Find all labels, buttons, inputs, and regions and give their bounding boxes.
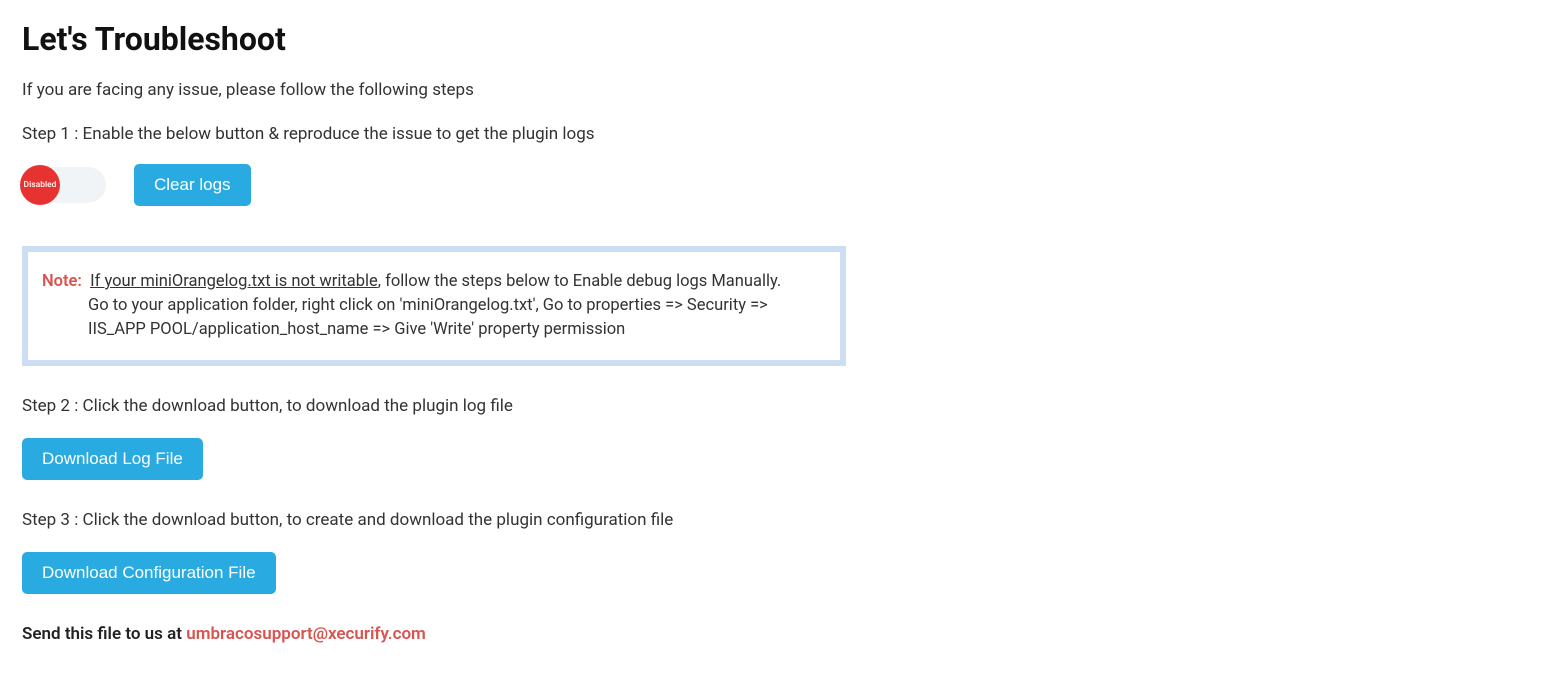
toggle-knob: Disabled	[20, 165, 60, 205]
step3-text: Step 3 : Click the download button, to c…	[22, 510, 1536, 530]
support-email-link[interactable]: umbracosupport@xecurify.com	[186, 624, 426, 644]
note-label: Note:	[42, 272, 82, 291]
toggle-state-label: Disabled	[24, 180, 57, 190]
send-prefix: Send this file to us at	[22, 624, 186, 644]
note-box: Note: If your miniOrangelog.txt is not w…	[22, 246, 846, 366]
logging-toggle[interactable]: Disabled	[22, 167, 106, 203]
send-file-text: Send this file to us at umbracosupport@x…	[22, 624, 1536, 644]
subtitle-text: If you are facing any issue, please foll…	[22, 80, 1536, 100]
note-content: Note: If your miniOrangelog.txt is not w…	[42, 270, 826, 342]
step1-text: Step 1 : Enable the below button & repro…	[22, 124, 1536, 144]
download-config-button[interactable]: Download Configuration File	[22, 552, 276, 594]
step2-text: Step 2 : Click the download button, to d…	[22, 396, 1536, 416]
page-title: Let's Troubleshoot	[22, 20, 1536, 58]
note-underline-text: If your miniOrangelog.txt is not writabl…	[90, 272, 378, 291]
download-log-button[interactable]: Download Log File	[22, 438, 203, 480]
clear-logs-button[interactable]: Clear logs	[134, 164, 251, 206]
note-rest-text: , follow the steps below to Enable debug…	[378, 272, 782, 291]
toggle-row: Disabled Clear logs	[22, 164, 1536, 206]
note-line2: Go to your application folder, right cli…	[88, 294, 826, 342]
